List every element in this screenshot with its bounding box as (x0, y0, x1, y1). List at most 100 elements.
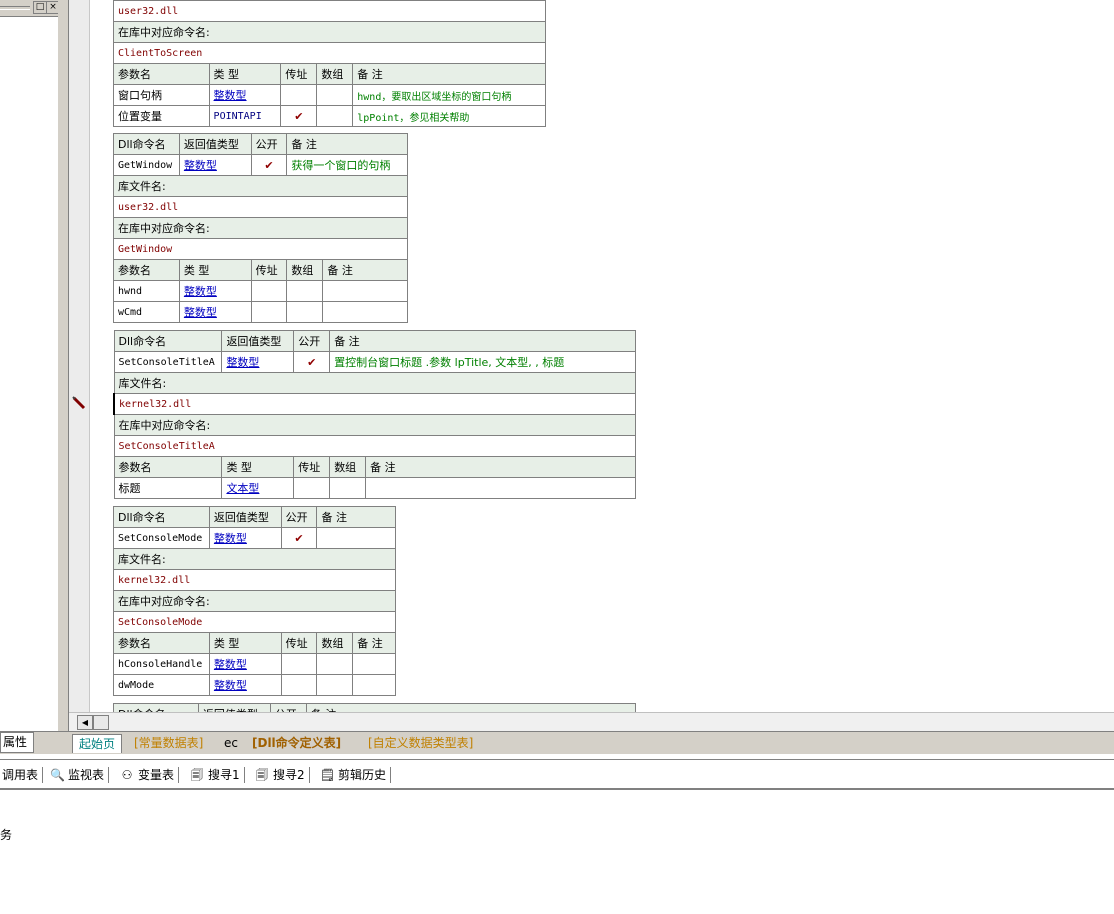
array-checkbox[interactable] (286, 280, 324, 302)
param-type-link[interactable]: POINTAPI (208, 105, 282, 127)
header-cell: 备 注 (322, 259, 408, 281)
dll-definition-editor[interactable]: user32.dll 在库中对应命令名: ClientToScreen 参数名 … (90, 0, 1114, 712)
call-table-button[interactable]: 调用表 (2, 766, 44, 784)
header-cell: 返回值类型 (197, 703, 271, 712)
search1-button[interactable]: 🗐 搜寻1 (190, 766, 245, 784)
command-row: SetConsoleMode 整数型 ✔ (113, 527, 396, 549)
tab-bar: 属性 起始页 [常量数据表] ec [Dll命令定义表] [自定义数据类型表] (0, 731, 1114, 754)
header-cell: 数组 (286, 259, 324, 281)
command-header-row: Dll命令名 返回值类型 公开 备 注 (113, 330, 636, 352)
search2-button[interactable]: 🗐 搜寻2 (255, 766, 310, 784)
toolbar-separator (308, 767, 310, 783)
param-row: hwnd 整数型 (113, 280, 408, 302)
param-name[interactable]: dwMode (113, 674, 210, 696)
byref-checkbox[interactable] (250, 280, 288, 302)
arrow-left-icon: ◀ (81, 718, 89, 727)
byref-checkbox[interactable] (280, 674, 318, 696)
panel-splitter[interactable] (58, 0, 69, 752)
header-row: 库文件名: (113, 548, 396, 570)
clip-history-button[interactable]: 🗒 剪辑历史 (320, 766, 392, 784)
library-file-value[interactable]: kernel32.dll (113, 393, 636, 415)
library-file-value[interactable]: user32.dll (113, 0, 546, 22)
array-checkbox[interactable] (316, 105, 354, 127)
header-cell: 返回值类型 (178, 133, 252, 155)
library-file-row: user32.dll (113, 0, 546, 22)
lib-command-value[interactable]: SetConsoleMode (113, 611, 396, 633)
param-note[interactable]: lpPoint，参见相关帮助 (352, 105, 546, 127)
param-note[interactable] (365, 477, 636, 499)
param-note[interactable] (352, 653, 396, 675)
command-note[interactable]: 获得一个窗口的句柄 (286, 154, 408, 176)
scroll-left-button[interactable]: ◀ (77, 715, 93, 730)
clipboard-icon: 🗒 (320, 768, 336, 782)
call-table-label: 调用表 (2, 768, 39, 782)
param-type-link[interactable]: 整数型 (208, 653, 282, 675)
tab-constants[interactable]: [常量数据表] (128, 734, 209, 752)
byref-checkbox[interactable] (293, 477, 331, 499)
tab-properties[interactable]: 属性 (0, 732, 34, 753)
variable-table-button[interactable]: ⚇ 变量表 (120, 766, 180, 784)
command-note[interactable] (316, 527, 396, 549)
array-checkbox[interactable] (286, 301, 324, 323)
return-type-link[interactable]: 整数型 (178, 154, 252, 176)
param-note[interactable] (322, 280, 408, 302)
command-header-row: Dll命令名 返回值类型 公开 备 注 (113, 703, 637, 712)
variable-table-label: 变量表 (138, 768, 175, 782)
param-name[interactable]: 窗口句柄 (113, 84, 210, 106)
param-row: 标题 文本型 (113, 477, 636, 499)
param-name[interactable]: hwnd (113, 280, 180, 302)
header-cell: 备 注 (286, 133, 408, 155)
toolbar-separator (390, 767, 392, 783)
pin-button[interactable]: □ (33, 1, 47, 14)
byref-checkbox[interactable] (250, 301, 288, 323)
command-note[interactable]: 置控制台窗口标题 .参数 lpTitle, 文本型, , 标题 (329, 351, 636, 373)
toolbar-separator (42, 767, 44, 783)
return-type-link[interactable]: 整数型 (208, 527, 282, 549)
command-name[interactable]: SetConsoleTitleA (113, 351, 223, 373)
command-name[interactable]: SetConsoleMode (113, 527, 210, 549)
array-checkbox[interactable] (316, 84, 354, 106)
param-name[interactable]: hConsoleHandle (113, 653, 210, 675)
byref-checkbox[interactable] (280, 84, 318, 106)
header-cell: 类 型 (178, 259, 252, 281)
param-type-link[interactable]: 整数型 (178, 280, 252, 302)
tab-ec[interactable]: ec (218, 734, 244, 752)
param-name[interactable]: 位置变量 (113, 105, 210, 127)
array-checkbox[interactable] (316, 653, 354, 675)
library-file-value[interactable]: kernel32.dll (113, 569, 396, 591)
param-name[interactable]: 标题 (113, 477, 223, 499)
header-row: 库文件名: (113, 175, 408, 197)
public-checkbox[interactable]: ✔ (280, 527, 318, 549)
watch-table-label: 监视表 (68, 768, 105, 782)
byref-checkbox[interactable] (280, 653, 318, 675)
param-name[interactable]: wCmd (113, 301, 180, 323)
tab-custom-types[interactable]: [自定义数据类型表] (362, 734, 479, 752)
param-type-link[interactable]: 整数型 (178, 301, 252, 323)
tab-start-page[interactable]: 起始页 (72, 734, 123, 753)
toolbar-separator (243, 767, 245, 783)
byref-checkbox[interactable]: ✔ (280, 105, 318, 127)
param-note[interactable] (322, 301, 408, 323)
param-type-link[interactable]: 文本型 (221, 477, 295, 499)
array-checkbox[interactable] (329, 477, 367, 499)
lib-command-value[interactable]: SetConsoleTitleA (113, 435, 636, 457)
magnifier-icon: 🔍 (50, 768, 65, 782)
scroll-thumb[interactable] (93, 715, 109, 730)
lib-command-value[interactable]: GetWindow (113, 238, 408, 260)
param-type-link[interactable]: 整数型 (208, 84, 282, 106)
horizontal-scrollbar[interactable]: ◀ (69, 712, 1114, 731)
tab-dll-definitions[interactable]: [Dll命令定义表] (246, 734, 347, 752)
array-checkbox[interactable] (316, 674, 354, 696)
lib-command-value[interactable]: ClientToScreen (113, 42, 546, 64)
header-cell: 参数名 (113, 456, 223, 478)
param-note[interactable] (352, 674, 396, 696)
param-note[interactable]: hwnd，要取出区域坐标的窗口句柄 (352, 84, 546, 106)
public-checkbox[interactable]: ✔ (250, 154, 288, 176)
param-type-link[interactable]: 整数型 (208, 674, 282, 696)
command-name[interactable]: GetWindow (113, 154, 180, 176)
library-file-value[interactable]: user32.dll (113, 196, 408, 218)
watch-table-button[interactable]: 🔍 监视表 (50, 766, 110, 784)
public-checkbox[interactable]: ✔ (293, 351, 331, 373)
return-type-link[interactable]: 整数型 (221, 351, 295, 373)
header-cell: 参数名 (113, 259, 180, 281)
